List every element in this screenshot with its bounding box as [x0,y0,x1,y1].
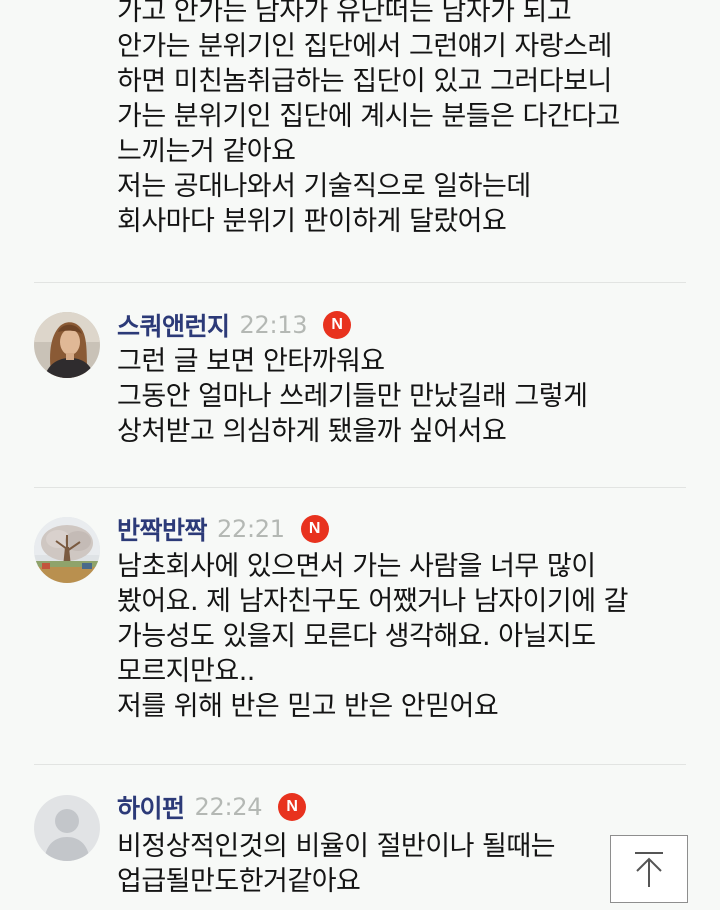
new-badge: N [300,515,329,543]
comment-body: 남초회사에 있으면서 가는 사람을 너무 많이 봤어요. 제 남자친구도 어쨌거… [117,549,628,724]
comment-divider [34,487,686,488]
comment-partial: 가고 안가는 남자가 유난떠는 남자가 되고 안가는 분위기인 집단에서 그런얘… [117,0,620,239]
comment-time: 22:24 [194,793,263,821]
comment-text-line: 하면 미친놈취급하는 집단이 있고 그러다보니 [117,66,612,97]
comment-body: 비정상적인것의 비율이 절반이나 될때는 업급될만도한거같아요 [117,829,556,899]
comment-divider [34,282,686,283]
comment-text-line: 느끼는거 같아요 [117,136,296,167]
comment-text-line: 회사마다 분위기 판이하게 달랐어요 [117,206,507,237]
comment-text-line: 그런 글 보면 안타까워요 [117,346,385,377]
nickname[interactable]: 하이펀 [117,789,185,825]
comment-text-line: 가는 분위기인 집단에 계시는 분들은 다간다고 [117,101,620,132]
comment-text-line: 업급될만도한거같아요 [117,866,361,897]
comment-text-line: 봤어요. 제 남자친구도 어쨌거나 남자이기에 갈 [117,586,628,617]
comment-text-line: 안가는 분위기인 집단에서 그런얘기 자랑스레 [117,31,612,62]
default-user-avatar[interactable] [34,795,100,861]
comment-time: 22:13 [239,311,308,339]
comment-text-line: 모르지만요.. [117,656,255,687]
comment-meta: 스쿼앤런지 22:13 N [117,307,352,343]
comment-time: 22:21 [217,515,285,543]
comment-text-line: 저를 위해 반은 믿고 반은 안믿어요 [117,691,499,722]
scroll-to-top-button[interactable] [610,835,688,903]
comment-text-line: 저는 공대나와서 기술직으로 일하는데 [117,171,531,202]
arrow-up-to-top-icon [635,852,663,887]
comment-text-line: 남초회사에 있으면서 가는 사람을 너무 많이 [117,551,596,582]
comment-text-line: 가고 안가는 남자가 유난떠는 남자가 되고 [117,0,572,27]
comment-text-line: 가능성도 있을지 모른다 생각해요. 아닐지도 [117,621,596,652]
comment-divider [34,764,686,765]
comment-meta: 반짝반짝 22:21 N [117,511,329,547]
comment-body: 그런 글 보면 안타까워요 그동안 얼마나 쓰레기들만 만났길래 그렇게 상처받… [117,344,588,449]
comment-text-line: 비정상적인것의 비율이 절반이나 될때는 [117,831,556,862]
tree-landscape-avatar[interactable] [34,517,100,583]
nickname[interactable]: 스쿼앤런지 [117,307,230,343]
new-badge: N [278,793,307,821]
woman-portrait-avatar[interactable] [34,312,100,378]
nickname[interactable]: 반짝반짝 [117,511,208,547]
new-badge: N [323,311,352,339]
comment-meta: 하이펀 22:24 N [117,789,307,825]
comment-text-line: 그동안 얼마나 쓰레기들만 만났길래 그렇게 [117,381,588,412]
comment-text-line: 상처받고 의심하게 됐을까 싶어서요 [117,416,507,447]
